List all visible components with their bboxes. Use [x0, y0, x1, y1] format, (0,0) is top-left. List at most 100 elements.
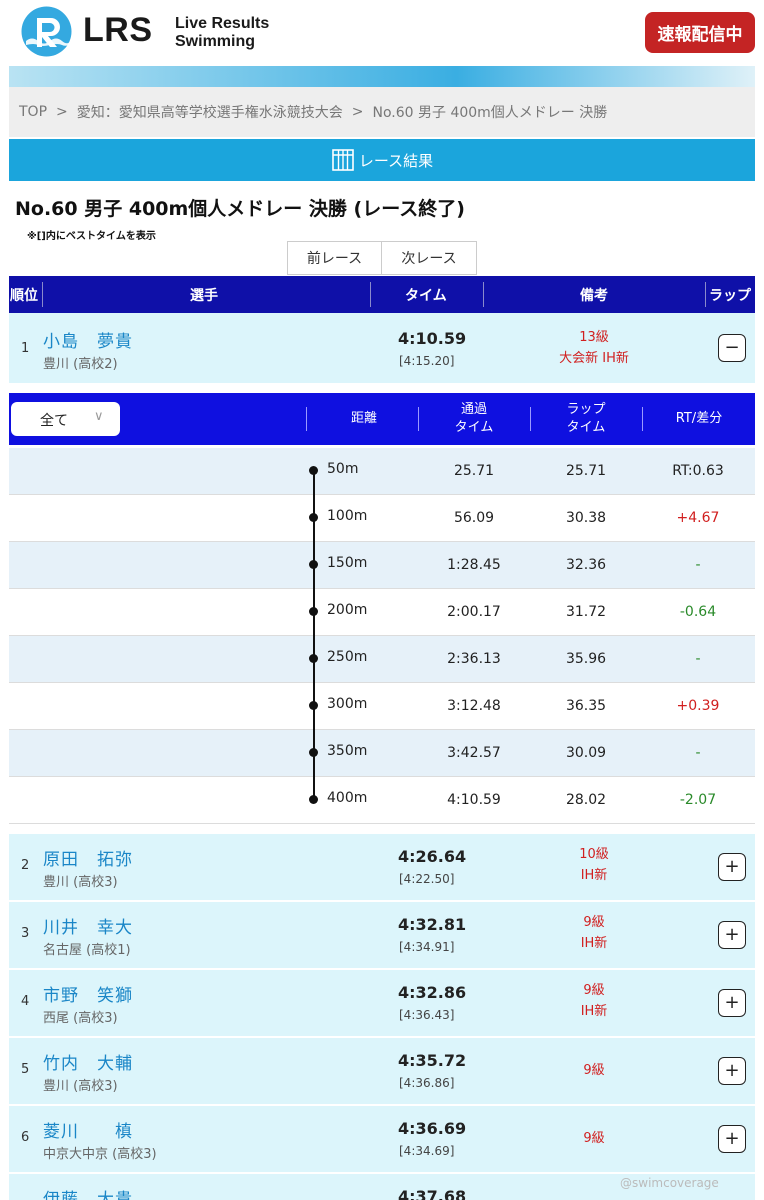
- breadcrumb: TOP > 愛知：愛知県高等学校選手権水泳競技大会 > No.60 男子 400…: [9, 87, 755, 137]
- rank: 1: [21, 341, 30, 356]
- expand-laps-button[interactable]: +: [718, 989, 746, 1017]
- lap-distance: 250m: [327, 649, 368, 665]
- result-row: 4 市野 笑獅 西尾 (高校3) 4:32.86 [4:36.43] 9級 IH…: [9, 970, 755, 1036]
- final-time: 4:26.64: [398, 847, 467, 866]
- rank: 5: [21, 1062, 30, 1077]
- lap-rt-diff: -0.64: [679, 604, 717, 620]
- lap-split-time: 25.71: [565, 463, 607, 479]
- logo-text: LRS: [83, 11, 153, 49]
- column-divider: [483, 282, 484, 307]
- athlete-name[interactable]: 伊藤 大貴: [43, 1185, 133, 1200]
- section-label: レース結果: [358, 151, 434, 170]
- athlete-name[interactable]: 川井 幸大: [43, 913, 133, 938]
- lap-cumulative-time: 3:42.57: [447, 745, 501, 761]
- column-divider: [306, 407, 307, 431]
- lap-split-time: 30.38: [565, 510, 607, 526]
- lap-rt-diff: +0.39: [676, 698, 720, 714]
- athlete-name[interactable]: 市野 笑獅: [43, 981, 133, 1006]
- expand-laps-button[interactable]: +: [718, 853, 746, 881]
- next-race-button[interactable]: 次レース: [382, 241, 477, 275]
- athlete-name[interactable]: 菱川 槙: [43, 1117, 133, 1142]
- remark: 9級: [489, 1128, 699, 1149]
- lap-timeline-line: [313, 469, 315, 799]
- lap-split-time: 28.02: [565, 792, 607, 808]
- expand-laps-button[interactable]: +: [718, 1125, 746, 1153]
- lap-filter-value: 全て: [40, 413, 68, 429]
- lap-filter-select[interactable]: 全て ∨: [11, 402, 120, 436]
- lap-cumulative-time: 4:10.59: [447, 792, 501, 808]
- lap-row: 50m 25.71 25.71 RT:0.63: [9, 448, 755, 495]
- result-row: 6 菱川 槙 中京大中京 (高校3) 4:36.69 [4:34.69] 9級 …: [9, 1106, 755, 1172]
- lap-rt-diff: +4.67: [676, 510, 720, 526]
- site-header: LRS Live Results Swimming 速報配信中: [0, 0, 764, 66]
- remark-grade: 9級: [583, 983, 605, 998]
- expand-laps-button[interactable]: +: [718, 921, 746, 949]
- best-time-note: ※[]内にベストタイムを表示: [27, 231, 156, 242]
- lap-split-time: 32.36: [565, 557, 607, 573]
- collapse-laps-button[interactable]: −: [718, 334, 746, 362]
- lap-split-time: 36.35: [565, 698, 607, 714]
- lap-row: 200m 2:00.17 31.72 -0.64: [9, 589, 755, 636]
- column-divider: [705, 282, 706, 307]
- lap-cumulative-time: 1:28.45: [447, 557, 501, 573]
- breadcrumb-current: No.60 男子 400m個人メドレー 決勝: [372, 105, 608, 121]
- best-time: [4:34.91]: [399, 940, 455, 954]
- col-lap: ラップ: [709, 288, 751, 304]
- col-split-line2: タイム: [566, 420, 606, 435]
- lap-row: 350m 3:42.57 30.09 -: [9, 730, 755, 777]
- team-name: 豊川 (高校3): [43, 875, 118, 890]
- pool-lanes-icon: [332, 149, 354, 171]
- result-row: 5 竹内 大輔 豊川 (高校3) 4:35.72 [4:36.86] 9級 +: [9, 1038, 755, 1104]
- rank: 2: [21, 858, 30, 873]
- lap-table-header: 全て ∨ 距離 通過 タイム ラップ タイム RT/差分: [9, 393, 755, 445]
- section-header: レース結果: [9, 139, 755, 181]
- lap-distance: 150m: [327, 555, 368, 571]
- rank: 4: [21, 994, 30, 1009]
- remark-grade: 9級: [583, 915, 605, 930]
- lap-rt-diff: -: [695, 745, 701, 761]
- lap-distance: 400m: [327, 790, 368, 806]
- logo-subtitle-line1: Live Results: [175, 15, 270, 32]
- col-cumulative-line2: タイム: [454, 420, 494, 435]
- lap-distance: 200m: [327, 602, 368, 618]
- breadcrumb-meet-link[interactable]: 愛知：愛知県高等学校選手権水泳競技大会: [77, 102, 343, 122]
- lap-split-time: 35.96: [565, 651, 607, 667]
- best-time: [4:36.86]: [399, 1076, 455, 1090]
- best-time: [4:34.69]: [399, 1144, 455, 1158]
- lap-rt-diff: -: [695, 557, 701, 573]
- lap-cumulative-time: 2:36.13: [447, 651, 501, 667]
- team-name: 名古屋 (高校1): [43, 943, 131, 958]
- team-name: 豊川 (高校3): [43, 1079, 118, 1094]
- lrs-logo-icon[interactable]: [20, 5, 73, 58]
- remark-record: IH新: [580, 868, 608, 883]
- lap-row: 100m 56.09 30.38 +4.67: [9, 495, 755, 542]
- athlete-name[interactable]: 原田 拓弥: [43, 845, 133, 870]
- lap-distance: 50m: [327, 461, 359, 477]
- remark-grade: 13級: [579, 330, 609, 345]
- athlete-name[interactable]: 竹内 大輔: [43, 1049, 133, 1074]
- live-broadcast-button[interactable]: 速報配信中: [645, 12, 755, 53]
- prev-race-button[interactable]: 前レース: [287, 241, 382, 275]
- lap-cumulative-time: 2:00.17: [447, 604, 501, 620]
- logo-subtitle: Live Results Swimming: [175, 15, 269, 51]
- lap-row: 300m 3:12.48 36.35 +0.39: [9, 683, 755, 730]
- remark-grade: 9級: [583, 1063, 605, 1078]
- remark-grade: 9級: [583, 1131, 605, 1146]
- race-navigation: 前レース 次レース: [287, 241, 477, 275]
- col-remark: 備考: [580, 288, 608, 304]
- team-name: 中京大中京 (高校3): [43, 1147, 157, 1162]
- expand-laps-button[interactable]: +: [718, 1057, 746, 1085]
- lap-distance: 100m: [327, 508, 368, 524]
- col-distance: 距離: [350, 411, 377, 426]
- col-cumulative-line1: 通過: [460, 402, 487, 417]
- lap-row: 250m 2:36.13 35.96 -: [9, 636, 755, 683]
- remark: 13級 大会新 IH新: [489, 327, 699, 369]
- athlete-name[interactable]: 小島 夢貴: [43, 327, 133, 352]
- logo-subtitle-line2: Swimming: [175, 33, 256, 50]
- col-cumulative: 通過 タイム: [419, 401, 529, 437]
- final-time: 4:35.72: [398, 1051, 467, 1070]
- breadcrumb-top-link[interactable]: TOP: [19, 104, 47, 120]
- result-row: 2 原田 拓弥 豊川 (高校3) 4:26.64 [4:22.50] 10級 I…: [9, 834, 755, 900]
- lap-distance: 300m: [327, 696, 368, 712]
- final-time: 4:37.68: [398, 1187, 467, 1200]
